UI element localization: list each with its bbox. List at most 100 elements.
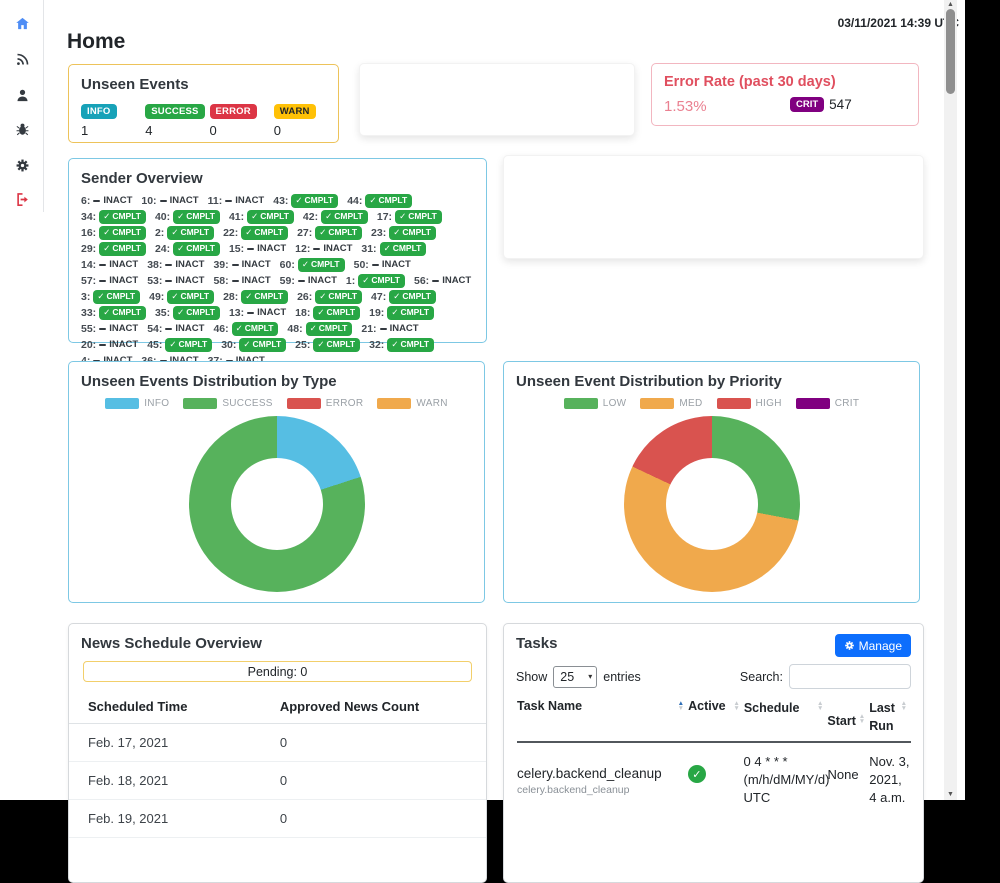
sender-list: 6:INACT10:INACT11:INACT43:✓CMPLT44:✓CMPL… — [69, 187, 486, 367]
sender-status-42: 42:✓CMPLT — [303, 210, 368, 223]
search-input[interactable] — [789, 664, 911, 689]
legend-swatch — [717, 398, 751, 409]
manage-button[interactable]: Manage — [835, 634, 911, 657]
sender-status-59: 59:INACT — [280, 274, 337, 287]
legend-item-med[interactable]: MED — [640, 398, 702, 409]
sender-status-14: 14:INACT — [81, 258, 138, 271]
task-name: celery.backend_cleanup — [517, 766, 688, 781]
legend-swatch — [796, 398, 830, 409]
legend-swatch — [640, 398, 674, 409]
sender-status-27: 27:✓CMPLT — [297, 226, 362, 239]
legend-item-high[interactable]: HIGH — [717, 398, 782, 409]
check-icon: ✓ — [177, 243, 184, 254]
inact-label: INACT — [232, 275, 271, 286]
legend-item-success[interactable]: SUCCESS — [183, 398, 272, 409]
sender-status-26: 26:✓CMPLT — [297, 290, 362, 303]
cmplt-badge: ✓CMPLT — [99, 306, 146, 320]
task-row[interactable]: celery.backend_cleanup celery.backend_cle… — [517, 743, 911, 807]
cmplt-badge: ✓CMPLT — [167, 226, 214, 240]
home-icon[interactable] — [0, 12, 44, 34]
inact-label: INACT — [93, 195, 132, 206]
stat-badge: ERROR — [210, 104, 257, 119]
sender-status-1: 1:✓CMPLT — [346, 274, 405, 287]
news-cell: 0 — [261, 800, 486, 838]
search-label: Search: — [740, 670, 783, 684]
stat-warn: WARN0 — [274, 101, 338, 138]
sender-status-40: 40:✓CMPLT — [155, 210, 220, 223]
check-icon: ✓ — [103, 227, 110, 238]
tasks-col-task-name[interactable]: Task Name▲▼ — [517, 699, 688, 735]
check-icon: ✓ — [169, 339, 176, 350]
check-icon: ✓ — [236, 323, 243, 334]
news-schedule-card: News Schedule Overview Pending: 0 Schedu… — [68, 623, 487, 883]
tasks-col-last-run[interactable]: Last Run▲▼ — [869, 699, 911, 735]
inact-label: INACT — [298, 275, 337, 286]
cmplt-badge: ✓CMPLT — [99, 226, 146, 240]
donut-chart-type[interactable] — [189, 416, 365, 592]
inact-label: INACT — [232, 259, 271, 270]
error-rate-card: Error Rate (past 30 days) 1.53% CRIT 547 — [651, 63, 919, 126]
dash-icon — [432, 280, 439, 282]
tasks-col-schedule[interactable]: Schedule▲▼ — [744, 699, 828, 735]
page-title: Home — [67, 30, 125, 54]
check-icon: ✓ — [103, 243, 110, 254]
scrollbar-thumb[interactable] — [946, 9, 955, 94]
pending-counter: Pending: 0 — [83, 661, 472, 682]
feed-icon[interactable] — [0, 48, 44, 70]
legend-swatch — [287, 398, 321, 409]
donut-chart-priority[interactable] — [624, 416, 800, 592]
dash-icon — [247, 248, 254, 250]
cmplt-badge: ✓CMPLT — [173, 210, 220, 224]
cmplt-badge: ✓CMPLT — [315, 290, 362, 304]
page-size-select[interactable]: 25 ▾ — [553, 666, 597, 688]
logout-icon[interactable] — [0, 188, 44, 210]
tasks-col-start[interactable]: Start▲▼ — [827, 699, 869, 735]
cmplt-badge: ✓CMPLT — [313, 338, 360, 352]
check-icon: ✓ — [391, 307, 398, 318]
legend-item-crit[interactable]: CRIT — [796, 398, 860, 409]
error-rate-value: 1.53% — [664, 98, 707, 115]
legend-swatch — [377, 398, 411, 409]
legend-item-error[interactable]: ERROR — [287, 398, 364, 409]
cmplt-badge: ✓CMPLT — [298, 258, 345, 272]
manage-button-label: Manage — [859, 639, 902, 653]
unseen-events-title: Unseen Events — [69, 65, 338, 93]
legend-label: MED — [679, 398, 702, 409]
news-row: Feb. 17, 20210 — [69, 724, 486, 762]
task-subname: celery.backend_cleanup — [517, 784, 688, 796]
sender-status-44: 44:✓CMPLT — [347, 194, 412, 207]
app-viewport: 03/11/2021 14:39 UTC Home Unseen Events … — [0, 0, 1000, 800]
scrollbar-down-arrow[interactable]: ▼ — [944, 790, 957, 800]
dash-icon — [232, 264, 239, 266]
bug-icon[interactable] — [0, 118, 44, 140]
check-icon: ✓ — [317, 307, 324, 318]
crit-badge: CRIT — [790, 97, 824, 112]
check-icon: ✓ — [171, 227, 178, 238]
active-check-icon: ✓ — [688, 765, 706, 783]
user-icon[interactable] — [0, 84, 44, 106]
check-icon: ✓ — [295, 195, 302, 206]
cmplt-badge: ✓CMPLT — [173, 242, 220, 256]
sender-status-15: 15:INACT — [229, 242, 286, 255]
sender-status-55: 55:INACT — [81, 322, 138, 335]
cmplt-badge: ✓CMPLT — [165, 338, 212, 352]
legend-item-warn[interactable]: WARN — [377, 398, 447, 409]
chart-type-legend: INFO SUCCESS ERROR WARN — [69, 398, 484, 409]
dash-icon — [313, 248, 320, 250]
settings-icon[interactable] — [0, 154, 44, 176]
gear-icon — [844, 640, 855, 651]
sort-icon: ▲▼ — [817, 701, 823, 711]
sender-status-25: 25:✓CMPLT — [295, 338, 360, 351]
legend-item-low[interactable]: LOW — [564, 398, 627, 409]
inact-label: INACT — [225, 195, 264, 206]
stat-value: 4 — [145, 123, 209, 138]
inact-label: INACT — [99, 339, 138, 350]
legend-item-info[interactable]: INFO — [105, 398, 169, 409]
donut-hole — [666, 458, 758, 550]
dash-icon — [165, 328, 172, 330]
tasks-col-active[interactable]: Active▲▼ — [688, 699, 744, 735]
sender-status-6: 6:INACT — [81, 194, 132, 207]
check-icon: ✓ — [384, 243, 391, 254]
scrollbar-track[interactable] — [944, 0, 957, 800]
stat-badge: SUCCESS — [145, 104, 204, 119]
